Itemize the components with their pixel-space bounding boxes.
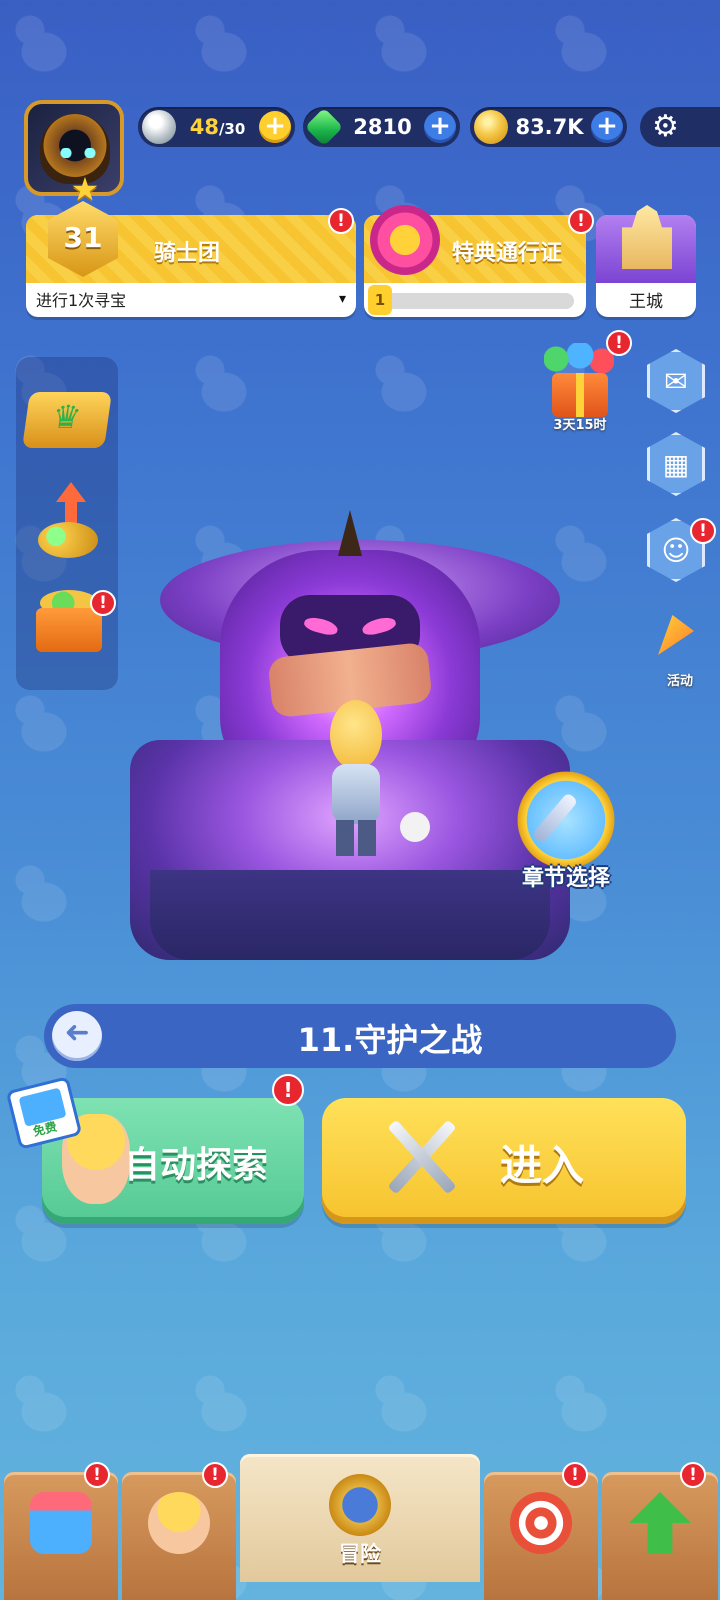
knight-card-title: 骑士团: [154, 241, 221, 266]
nav-tab-adventure[interactable]: 冒险: [240, 1454, 480, 1582]
nav-tab-archery[interactable]: [484, 1472, 598, 1600]
nav-tab-hero[interactable]: [122, 1472, 236, 1600]
gem-icon: [304, 107, 344, 147]
battle-pass-card[interactable]: 特典通行证 1: [364, 205, 586, 317]
nav-tab-upgrade[interactable]: [602, 1472, 718, 1600]
arrow-up-icon: [629, 1492, 691, 1554]
growth-fund-button[interactable]: [26, 482, 108, 562]
friends-alert-badge: !: [690, 518, 716, 544]
shop-alert-badge: !: [84, 1462, 110, 1488]
nav-tab-shop[interactable]: [4, 1472, 118, 1600]
add-coins-button[interactable]: +: [591, 111, 623, 143]
player-level: 31: [63, 221, 103, 254]
quill-icon: [531, 792, 579, 844]
hero-character: [320, 700, 390, 860]
hero-armor: [332, 764, 380, 824]
pet-companion: [400, 812, 430, 842]
add-gems-button[interactable]: +: [424, 111, 456, 143]
energy-orb-icon: [142, 110, 176, 144]
auto-explore-button[interactable]: 自动探索: [42, 1098, 304, 1224]
left-side-panel: [16, 357, 118, 690]
boss-spike: [338, 510, 362, 556]
upgrade-alert-badge: !: [680, 1462, 706, 1488]
enter-button[interactable]: 进入: [322, 1098, 686, 1224]
gift-box-icon: [552, 373, 608, 417]
hero-icon: [148, 1492, 210, 1554]
backpack-icon: ▦: [662, 447, 690, 481]
energy-current: 48: [189, 115, 219, 139]
coins-counter: 83.7K +: [470, 107, 627, 147]
auto-explore-label: 自动探索: [124, 1145, 269, 1186]
chapter-title: 11.守护之战: [297, 1021, 483, 1059]
crossed-swords-icon: [374, 1112, 470, 1208]
auto-explore-alert-badge: !: [272, 1074, 304, 1106]
backpack-button[interactable]: ▦: [647, 432, 705, 496]
gems-value: 2810: [353, 115, 412, 139]
castle-card[interactable]: 王城: [596, 205, 696, 317]
energy-value: 48/30: [176, 115, 259, 139]
crown-plate-icon[interactable]: [22, 392, 112, 448]
gift-alert-badge: !: [606, 330, 632, 356]
arrow-left-icon: ➜: [64, 1015, 90, 1050]
knight-card-task: 进行1次寻宝: [36, 291, 127, 310]
activity-button[interactable]: [654, 605, 704, 661]
castle-label: 王城: [629, 292, 663, 312]
energy-counter: 48/30 +: [138, 107, 295, 147]
coins-value: 83.7K: [515, 115, 584, 139]
previous-chapter-button[interactable]: ➜: [52, 1011, 102, 1061]
gift-timer: 3天15时: [553, 418, 607, 433]
hero-legs: [336, 820, 376, 856]
knight-card-header: 31 骑士团: [26, 201, 356, 283]
cart-icon: [36, 608, 102, 652]
archery-alert-badge: !: [562, 1462, 588, 1488]
energy-max: /30: [218, 120, 246, 138]
pass-level: 1: [368, 285, 392, 315]
pass-progress-bar: [376, 293, 574, 309]
castle-card-header: [596, 205, 696, 283]
pass-card-title: 特典通行证: [452, 241, 563, 266]
avatar-eyes: [58, 148, 98, 158]
treasure-pile-icon: [38, 522, 98, 558]
nav-label-adventure: 冒险: [339, 1542, 381, 1566]
shop-icon: [30, 1492, 92, 1554]
avatar-star-icon: ★: [70, 170, 100, 208]
activity-label: 活动: [666, 674, 693, 689]
coin-icon: [474, 110, 508, 144]
chapter-select-label[interactable]: 章节选择: [496, 860, 636, 892]
boss-stage-illustration: [120, 500, 580, 980]
crossed-swords-icon: [329, 1474, 391, 1536]
hero-alert-badge: !: [202, 1462, 228, 1488]
bottom-navigation: 冒险: [0, 1454, 720, 1600]
star-badge-icon: [370, 205, 440, 275]
target-icon: [510, 1492, 572, 1554]
chevron-down-icon[interactable]: ▾: [339, 291, 346, 307]
settings-button[interactable]: ⚙: [640, 107, 720, 147]
enter-label: 进入: [500, 1141, 585, 1190]
hero-head: [330, 700, 382, 770]
add-energy-button[interactable]: +: [259, 111, 291, 143]
cart-alert-badge: !: [90, 590, 116, 616]
castle-icon: [622, 205, 672, 269]
friends-icon: ☺: [661, 533, 691, 567]
knight-order-card[interactable]: 31 骑士团 进行1次寻宝 ▾: [26, 201, 356, 317]
mail-button[interactable]: ✉: [647, 349, 705, 413]
gems-counter: 2810 +: [303, 107, 460, 147]
gear-icon: ⚙: [652, 109, 679, 144]
knight-alert-badge: !: [328, 208, 354, 234]
mail-icon: ✉: [664, 364, 688, 398]
pass-card-header: 特典通行证: [364, 205, 586, 283]
chapter-select-button[interactable]: [516, 770, 616, 870]
level-badge: 31: [48, 201, 118, 277]
gift-event-button[interactable]: [540, 343, 620, 423]
party-popper-icon: [658, 615, 694, 655]
pass-alert-badge: !: [568, 208, 594, 234]
